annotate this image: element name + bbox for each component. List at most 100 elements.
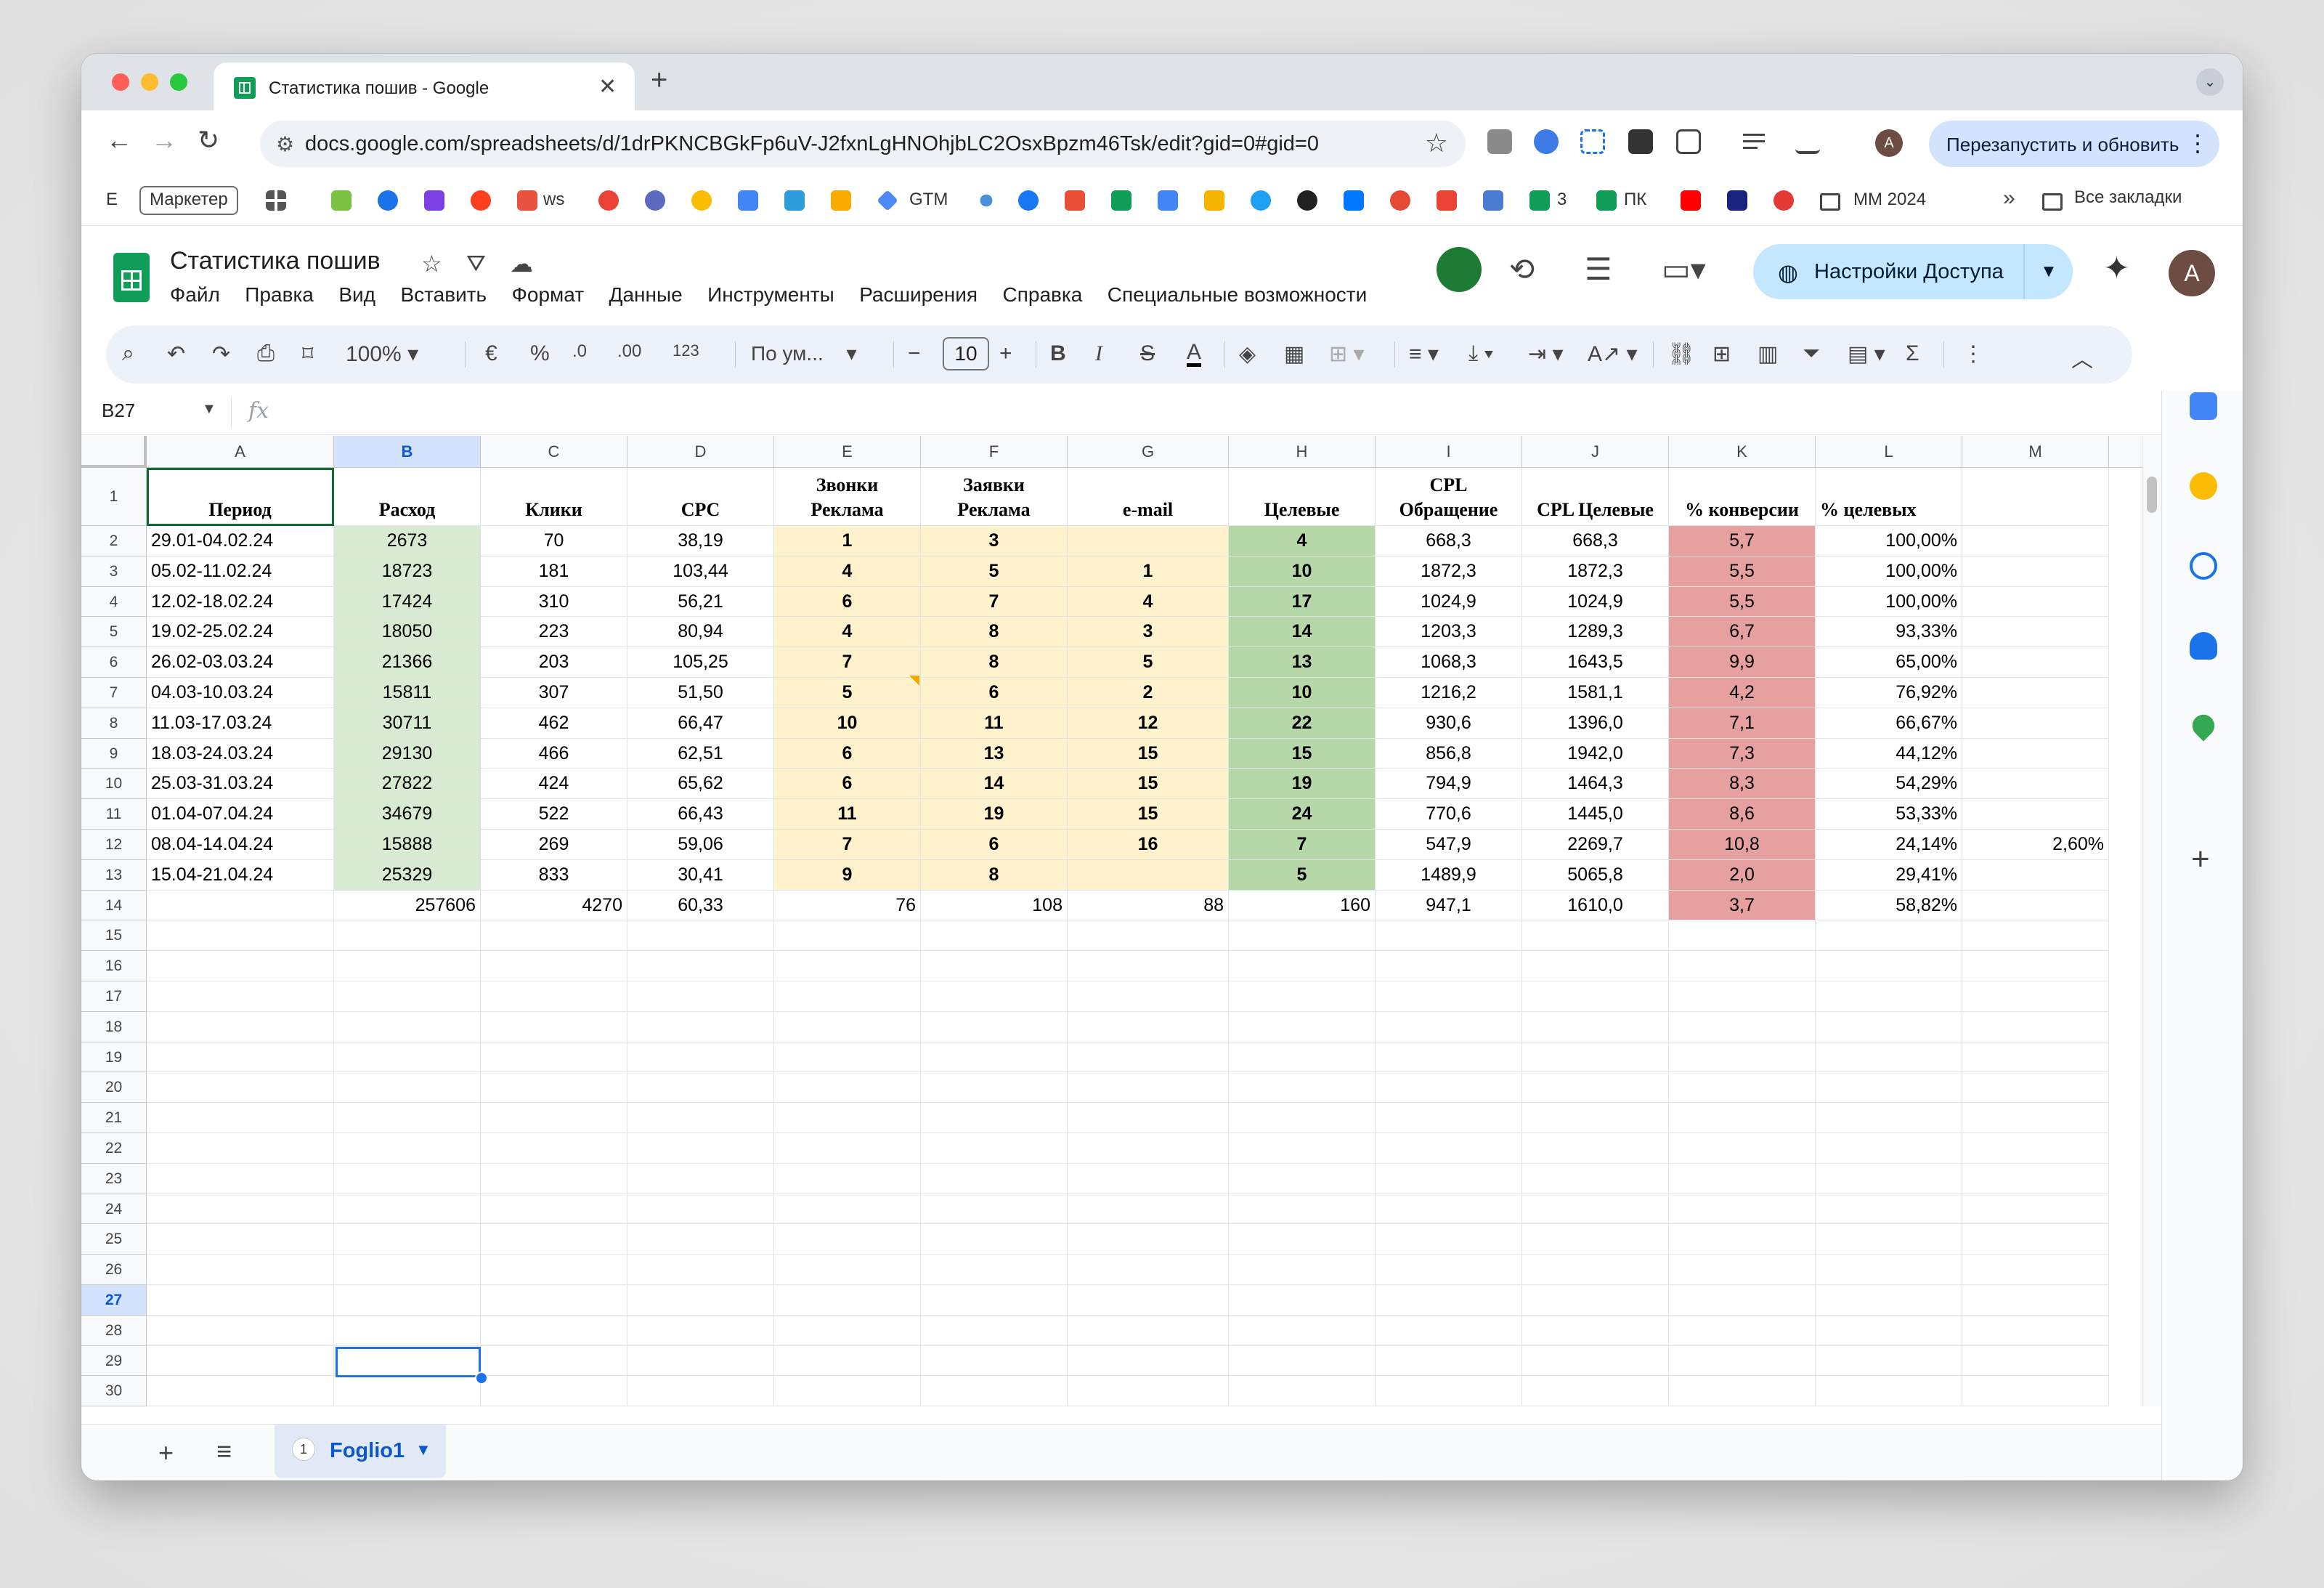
bookmark-cycle-icon[interactable] — [1251, 190, 1271, 211]
cell-e26[interactable] — [774, 1255, 921, 1285]
cell-m2[interactable] — [1962, 526, 2109, 556]
cell-m22[interactable] — [1962, 1133, 2109, 1164]
cell-k15[interactable] — [1669, 920, 1816, 952]
cell-a17[interactable] — [147, 981, 334, 1012]
cell-h5[interactable]: 14 — [1229, 617, 1376, 648]
extension-tag-icon[interactable] — [1534, 129, 1559, 154]
total-cell-j[interactable]: 1610,0 — [1522, 890, 1669, 921]
cell-e27[interactable] — [774, 1285, 921, 1316]
cell-j3[interactable]: 1872,3 — [1522, 556, 1669, 587]
spreadsheet-grid[interactable]: A B C D E F G H I J K L M 1 2 3 4 5 6 7 8 9 10 11 12 13 14 15 16 17 18… — [81, 436, 2161, 1406]
text-rotation-icon[interactable]: A↗ ▾ — [1588, 341, 1638, 367]
cell-i10[interactable]: 794,9 — [1376, 769, 1522, 800]
cell-d6[interactable]: 105,25 — [627, 647, 774, 678]
row-header-17[interactable]: 17 — [81, 981, 147, 1012]
decrease-font-size-icon[interactable]: − — [908, 341, 921, 366]
bookmark-star-icon[interactable]: ☆ — [1425, 128, 1448, 158]
cell-d4[interactable]: 56,21 — [627, 586, 774, 617]
fill-color-icon[interactable]: ◈ — [1239, 341, 1256, 367]
cell-e5[interactable]: 4 — [774, 617, 921, 648]
cell-f16[interactable] — [921, 951, 1068, 981]
format-currency-button[interactable]: € — [485, 341, 497, 366]
cell-c13[interactable]: 833 — [481, 859, 627, 891]
cell-b26[interactable] — [334, 1255, 481, 1285]
name-box-dropdown-icon[interactable]: ▼ — [202, 401, 216, 418]
name-box[interactable]: B27 — [102, 400, 135, 422]
cell-i18[interactable] — [1376, 1011, 1522, 1042]
cell-j19[interactable] — [1522, 1042, 1669, 1073]
bookmark-swirl-icon[interactable] — [645, 190, 665, 211]
cell-l8[interactable]: 66,67% — [1816, 708, 1962, 739]
add-sheet-icon[interactable]: + — [158, 1438, 174, 1468]
strikethrough-button[interactable]: S — [1140, 341, 1155, 366]
cell-k30[interactable] — [1669, 1376, 1816, 1406]
cell-c24[interactable] — [481, 1194, 627, 1225]
cell-l6[interactable]: 65,00% — [1816, 647, 1962, 678]
horizontal-align-icon[interactable]: ≡ ▾ — [1409, 341, 1439, 367]
cell-f17[interactable] — [921, 981, 1068, 1012]
cell-g2[interactable] — [1068, 526, 1229, 556]
row-header-27[interactable]: 27 — [81, 1285, 147, 1316]
hide-side-panel-icon[interactable]: › — [2195, 1475, 2203, 1480]
cell-f7[interactable]: 6 — [921, 678, 1068, 708]
cell-m7[interactable] — [1962, 678, 2109, 708]
vertical-scroll-thumb[interactable] — [2147, 477, 2157, 513]
cell-f8[interactable]: 11 — [921, 708, 1068, 739]
row-header-20[interactable]: 20 — [81, 1072, 147, 1103]
cell-i26[interactable] — [1376, 1255, 1522, 1285]
share-dropdown-icon[interactable]: ▼ — [2023, 244, 2073, 299]
cell-j22[interactable] — [1522, 1133, 1669, 1164]
bookmark-wave-icon[interactable] — [1727, 190, 1747, 211]
cell-i4[interactable]: 1024,9 — [1376, 586, 1522, 617]
cell-g18[interactable] — [1068, 1011, 1229, 1042]
cell-d22[interactable] — [627, 1133, 774, 1164]
sheets-logo-icon[interactable] — [113, 253, 150, 302]
cell-l13[interactable]: 29,41% — [1816, 859, 1962, 891]
cell-k4[interactable]: 5,5 — [1669, 586, 1816, 617]
cell-l9[interactable]: 44,12% — [1816, 738, 1962, 769]
cell-c19[interactable] — [481, 1042, 627, 1073]
cell-h8[interactable]: 22 — [1229, 708, 1376, 739]
cell-k26[interactable] — [1669, 1255, 1816, 1285]
print-icon[interactable]: ⎙ — [257, 341, 275, 366]
header-cell-l[interactable]: % целевых — [1816, 468, 1962, 526]
bookmark-gtm-icon[interactable] — [877, 190, 898, 211]
cell-b10[interactable]: 27822 — [334, 769, 481, 800]
cell-l22[interactable] — [1816, 1133, 1962, 1164]
cell-m21[interactable] — [1962, 1103, 2109, 1133]
menu-view[interactable]: Вид — [338, 283, 375, 307]
column-header-i[interactable]: I — [1376, 436, 1522, 468]
menu-extensions[interactable]: Расширения — [859, 283, 978, 307]
cell-b20[interactable] — [334, 1072, 481, 1103]
cell-k12[interactable]: 10,8 — [1669, 830, 1816, 860]
cell-e19[interactable] — [774, 1042, 921, 1073]
bookmark-vk-icon[interactable] — [1344, 190, 1364, 211]
cell-i19[interactable] — [1376, 1042, 1522, 1073]
header-cell-c[interactable]: Клики — [481, 468, 627, 526]
cell-l30[interactable] — [1816, 1376, 1962, 1406]
undo-icon[interactable]: ↶ — [167, 341, 185, 367]
star-icon[interactable]: ☆ — [421, 250, 442, 278]
row-header-12[interactable]: 12 — [81, 830, 147, 860]
cell-b15[interactable] — [334, 920, 481, 952]
cell-j9[interactable]: 1942,0 — [1522, 738, 1669, 769]
cell-c20[interactable] — [481, 1072, 627, 1103]
cell-b28[interactable] — [334, 1315, 481, 1346]
cell-b22[interactable] — [334, 1133, 481, 1164]
column-header-j[interactable]: J — [1522, 436, 1669, 468]
row-header-1[interactable]: 1 — [81, 468, 147, 526]
cell-m24[interactable] — [1962, 1194, 2109, 1225]
cell-m26[interactable] — [1962, 1255, 2109, 1285]
cell-comment-marker[interactable] — [909, 676, 919, 686]
column-header-k[interactable]: K — [1669, 436, 1816, 468]
cell-l19[interactable] — [1816, 1042, 1962, 1073]
selected-cell-b27[interactable] — [336, 1347, 481, 1377]
menu-data[interactable]: Данные — [609, 283, 683, 307]
cell-d17[interactable] — [627, 981, 774, 1012]
cell-e12[interactable]: 7 — [774, 830, 921, 860]
cell-i16[interactable] — [1376, 951, 1522, 981]
cell-g26[interactable] — [1068, 1255, 1229, 1285]
bookmark-ws-label[interactable]: ws — [543, 187, 564, 212]
cell-m29[interactable] — [1962, 1345, 2109, 1377]
cell-i3[interactable]: 1872,3 — [1376, 556, 1522, 587]
